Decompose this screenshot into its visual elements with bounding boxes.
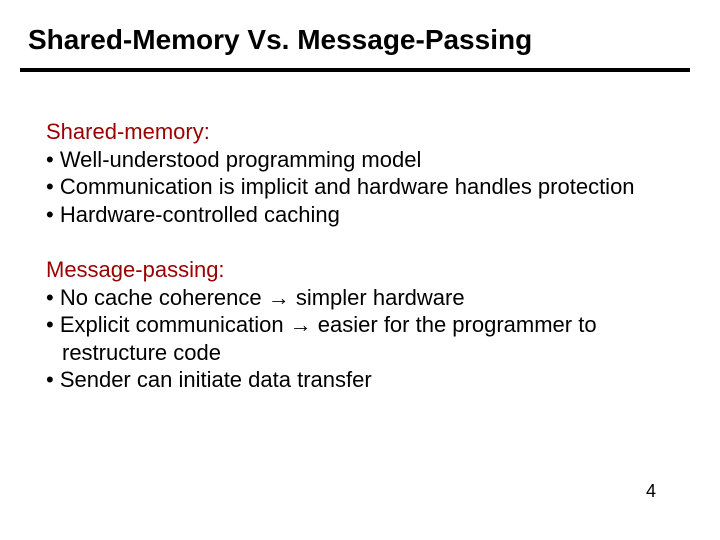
bullet-mp-3: • Sender can initiate data transfer xyxy=(46,366,676,394)
bullet-mp-2-cont: restructure code xyxy=(46,339,676,367)
bullet-shared-3: • Hardware-controlled caching xyxy=(46,201,676,229)
bullet-shared-2: • Communication is implicit and hardware… xyxy=(46,173,676,201)
bullet-shared-1: • Well-understood programming model xyxy=(46,146,676,174)
slide-title: Shared-Memory Vs. Message-Passing xyxy=(28,24,532,56)
bullet-mp-2: • Explicit communication → easier for th… xyxy=(46,311,676,339)
slide: Shared-Memory Vs. Message-Passing Shared… xyxy=(0,0,720,540)
section-heading-message-passing: Message-passing: xyxy=(46,256,676,284)
section-heading-shared-memory: Shared-memory: xyxy=(46,118,676,146)
bullet-mp-1: • No cache coherence → simpler hardware xyxy=(46,284,676,312)
page-number: 4 xyxy=(646,481,656,502)
slide-body: Shared-memory: • Well-understood program… xyxy=(46,118,676,394)
title-underline xyxy=(20,68,690,72)
